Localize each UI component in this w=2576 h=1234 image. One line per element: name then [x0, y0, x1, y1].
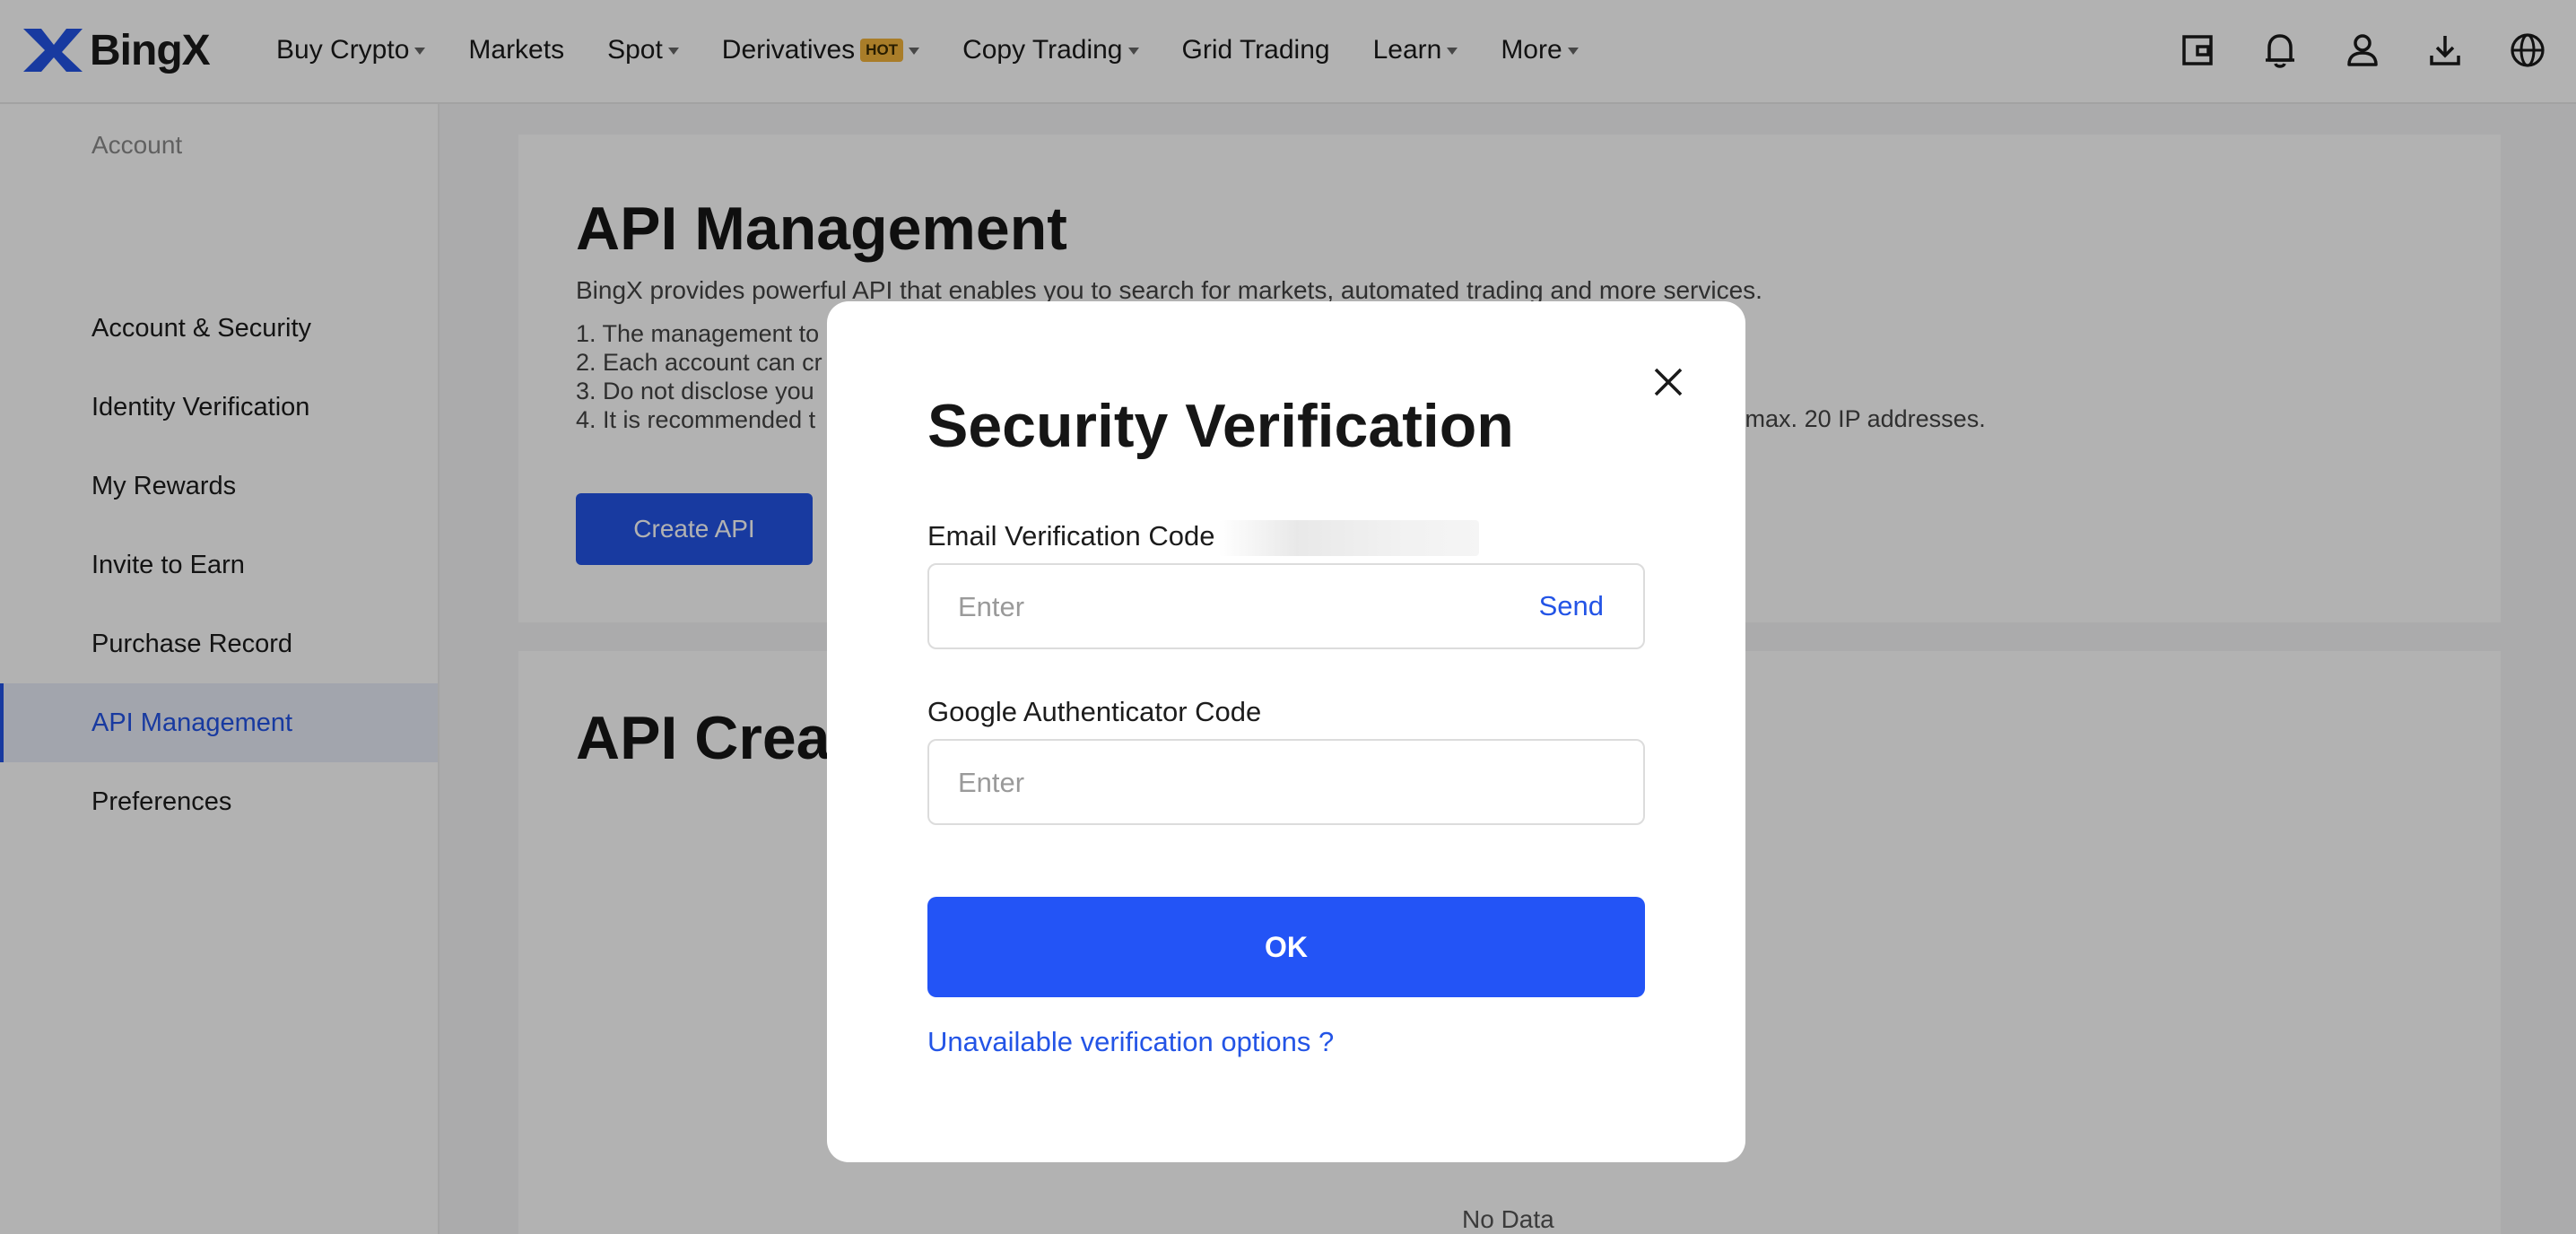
google-auth-label: Google Authenticator Code: [927, 696, 1262, 727]
email-code-input[interactable]: [956, 565, 1498, 649]
email-code-label-text: Email Verification Code: [927, 520, 1215, 552]
email-code-label: Email Verification Code: [927, 520, 1479, 556]
ok-button[interactable]: OK: [927, 897, 1645, 997]
security-verification-modal: Security Verification Email Verification…: [827, 301, 1745, 1162]
google-auth-field: [927, 739, 1645, 825]
close-button[interactable]: [1645, 359, 1692, 405]
close-icon: [1654, 368, 1683, 396]
google-auth-input[interactable]: [956, 741, 1498, 825]
masked-email: [1218, 520, 1479, 556]
unavailable-verification-link[interactable]: Unavailable verification options ?: [927, 1026, 1334, 1058]
email-code-field: Send: [927, 563, 1645, 649]
send-code-button[interactable]: Send: [1539, 565, 1604, 647]
modal-title: Security Verification: [927, 392, 1514, 460]
